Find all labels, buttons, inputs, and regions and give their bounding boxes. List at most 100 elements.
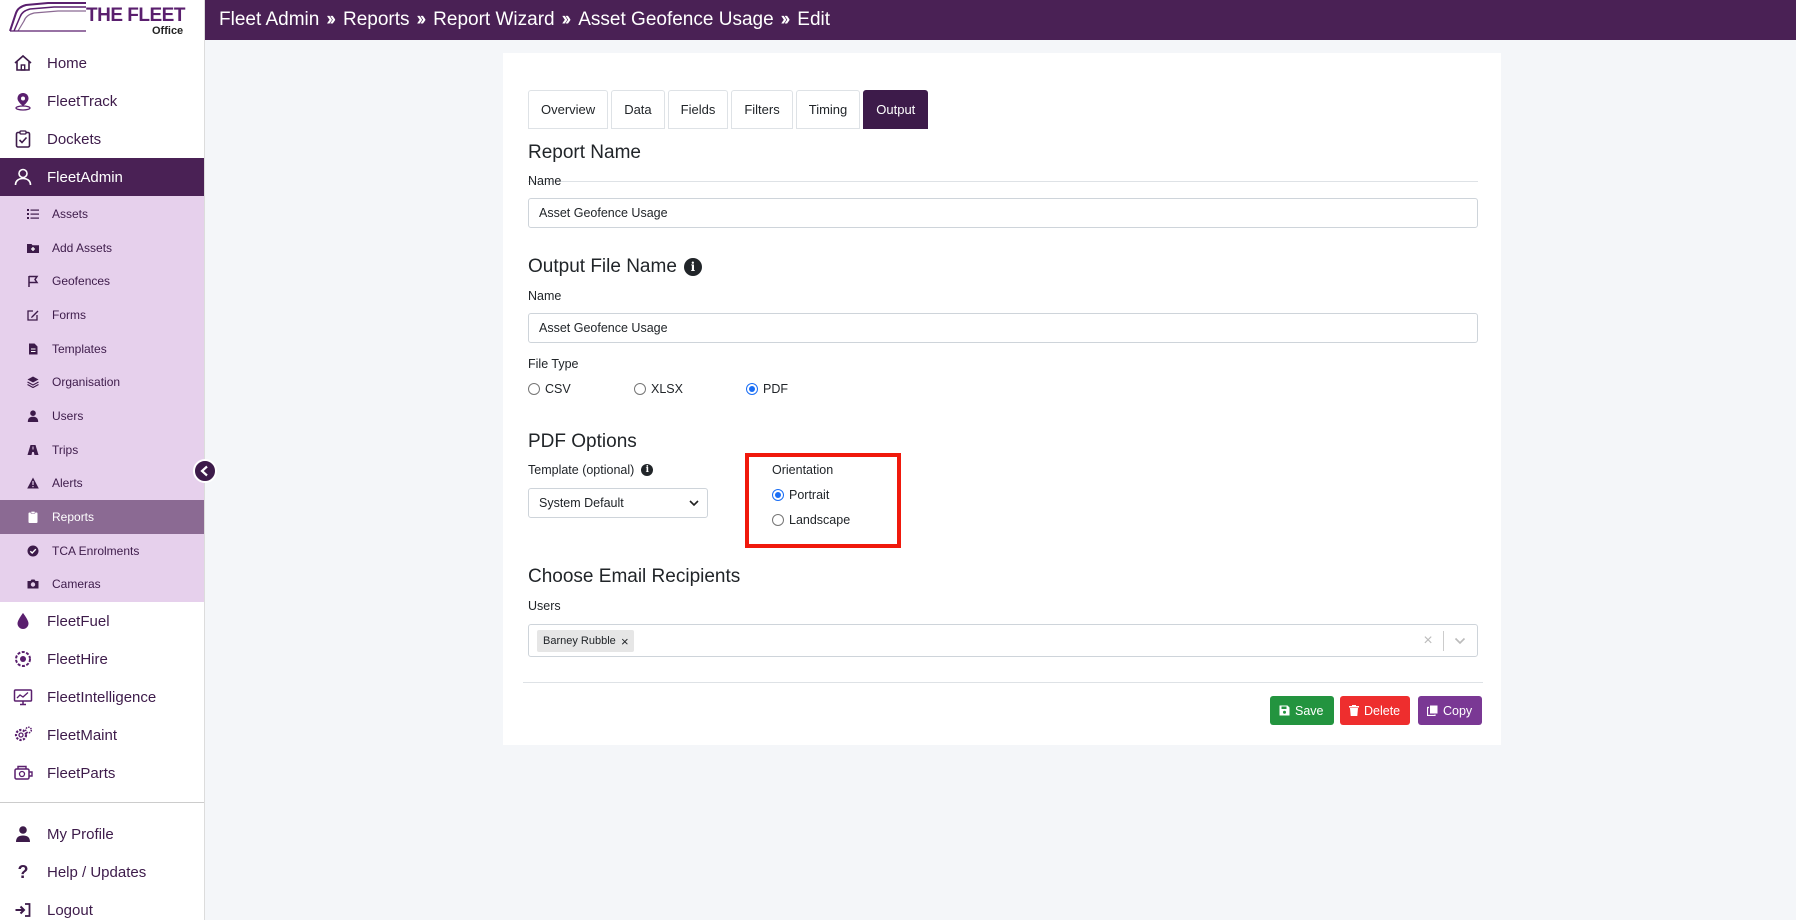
sidebar-subitem-label: Geofences [52, 274, 111, 289]
radio-button[interactable] [634, 383, 646, 395]
tab-timing[interactable]: Timing [795, 90, 861, 129]
breadcrumb-report[interactable]: Asset Geofence Usage [578, 9, 773, 31]
info-icon[interactable]: i [683, 258, 702, 276]
orientation-portrait-option[interactable]: Portrait [772, 488, 829, 502]
sidebar-collapse-button[interactable] [193, 459, 217, 483]
sidebar-item-fleetparts[interactable]: FleetParts [0, 754, 204, 792]
admin-user-icon [12, 166, 34, 188]
sidebar-subitem-users[interactable]: Users [0, 399, 204, 433]
layers-icon [26, 375, 40, 389]
file-type-pdf-option[interactable]: PDF [746, 382, 788, 396]
file-type-csv-option[interactable]: CSV [528, 382, 571, 396]
radio-button[interactable] [528, 383, 540, 395]
selected-user-chip: Barney Rubble × [537, 630, 634, 652]
report-name-label: Name [528, 174, 562, 188]
output-file-input[interactable] [528, 313, 1478, 343]
sidebar-subitem-organisation[interactable]: Organisation [0, 365, 204, 399]
sidebar-item-label: FleetAdmin [47, 168, 123, 186]
tab-output[interactable]: Output [863, 90, 929, 129]
info-icon[interactable]: i [641, 464, 654, 476]
sidebar-subitem-cameras[interactable]: Cameras [0, 568, 204, 602]
fuel-drop-icon [12, 610, 34, 632]
folder-plus-icon [26, 241, 40, 255]
template-select[interactable]: System Default [528, 488, 708, 518]
sidebar-subitem-reports[interactable]: Reports [0, 500, 204, 534]
file-type-xlsx-option[interactable]: XLSX [634, 382, 683, 396]
chevron-down-icon [1454, 637, 1466, 645]
tab-overview[interactable]: Overview [528, 90, 609, 129]
brand-name: THE FLEET [86, 5, 185, 26]
sidebar-subitem-add-assets[interactable]: Add Assets [0, 231, 204, 265]
sidebar-item-fleettrack[interactable]: FleetTrack [0, 82, 204, 120]
save-icon [1279, 705, 1290, 716]
copy-icon [1427, 705, 1438, 716]
sidebar-subitem-forms[interactable]: Forms [0, 298, 204, 332]
sidebar-subitem-templates[interactable]: Templates [0, 332, 204, 366]
breadcrumb-edit: Edit [797, 9, 831, 30]
sidebar-subitem-tca-enrolments[interactable]: TCA Enrolments [0, 534, 204, 568]
brand-logo[interactable]: THE FLEET Office [0, 0, 204, 40]
breadcrumb-fleet-admin[interactable]: Fleet Admin [219, 9, 319, 31]
sidebar-item-logout[interactable]: Logout [0, 891, 204, 920]
copy-button[interactable]: Copy [1418, 696, 1483, 725]
sidebar-item-home[interactable]: Home [0, 44, 204, 82]
gears-icon [12, 724, 34, 746]
breadcrumb-report-wizard[interactable]: Report Wizard [433, 9, 554, 31]
remove-icon[interactable]: × [616, 630, 634, 652]
double-chevron-icon: ›› [561, 9, 572, 30]
breadcrumb-reports[interactable]: Reports [343, 9, 410, 31]
radio-button-checked[interactable] [746, 383, 758, 395]
sidebar-item-fleetintelligence[interactable]: FleetIntelligence [0, 678, 204, 716]
sidebar-subitem-label: TCA Enrolments [52, 543, 140, 558]
sidebar-item-fleetadmin[interactable]: FleetAdmin [0, 158, 204, 196]
radio-button-checked[interactable] [772, 489, 784, 501]
radio-button[interactable] [772, 514, 784, 526]
sidebar-item-my-profile[interactable]: My Profile [0, 815, 204, 853]
file-icon [26, 342, 40, 356]
copy-label: Copy [1443, 703, 1473, 718]
save-button[interactable]: Save [1270, 696, 1334, 725]
users-multiselect[interactable]: Barney Rubble × × [528, 624, 1478, 657]
sidebar-modules-nav: FleetFuel FleetHire FleetIntelligence Fl… [0, 602, 204, 792]
sidebar-item-fleetmaint[interactable]: FleetMaint [0, 716, 204, 754]
chevron-down-icon [689, 500, 699, 507]
hire-icon [12, 648, 34, 670]
sidebar-item-label: FleetParts [47, 764, 116, 782]
sidebar-subitem-label: Users [52, 408, 84, 423]
sidebar-subitem-label: Cameras [52, 577, 101, 592]
clear-icon[interactable]: × [1419, 631, 1437, 651]
pdf-options-heading: PDF Options [528, 431, 637, 452]
delete-button[interactable]: Delete [1340, 696, 1411, 725]
tab-filters[interactable]: Filters [731, 90, 793, 129]
sidebar-bottom-nav: My Profile ? Help / Updates Logout [0, 815, 204, 920]
sidebar-subitem-assets[interactable]: Assets [0, 197, 204, 231]
dropdown-toggle[interactable] [1449, 631, 1471, 651]
sidebar-item-dockets[interactable]: Dockets [0, 120, 204, 158]
sidebar-subitem-geofences[interactable]: Geofences [0, 264, 204, 298]
sidebar-subitem-trips[interactable]: Trips [0, 433, 204, 467]
tab-data[interactable]: Data [611, 90, 665, 129]
check-circle-icon [26, 544, 40, 558]
sidebar-subitem-label: Forms [52, 307, 86, 322]
sidebar-item-help-updates[interactable]: ? Help / Updates [0, 853, 204, 891]
tab-fields[interactable]: Fields [667, 90, 729, 129]
sidebar-item-label: FleetHire [47, 650, 108, 668]
sidebar-subitem-alerts[interactable]: Alerts [0, 467, 204, 501]
output-file-label: Name [528, 289, 562, 303]
report-name-input[interactable] [528, 198, 1478, 228]
truck-logo-icon [9, 2, 86, 32]
road-icon [26, 443, 40, 457]
output-file-heading: Output File Name i [528, 256, 702, 278]
user-icon [26, 409, 40, 423]
output-file-title: Output File Name [528, 256, 677, 277]
sidebar-item-label: Home [47, 54, 88, 72]
sidebar-item-label: FleetMaint [47, 726, 118, 744]
trash-icon [1349, 705, 1359, 716]
radio-label: CSV [545, 382, 571, 396]
sidebar-item-fleetfuel[interactable]: FleetFuel [0, 602, 204, 640]
orientation-landscape-option[interactable]: Landscape [772, 513, 850, 527]
sidebar-item-fleethire[interactable]: FleetHire [0, 640, 204, 678]
sidebar-top-nav: Home FleetTrack Dockets FleetAdmin [0, 44, 204, 196]
sidebar-subitem-label: Reports [52, 510, 95, 525]
radio-label: Portrait [789, 488, 830, 502]
